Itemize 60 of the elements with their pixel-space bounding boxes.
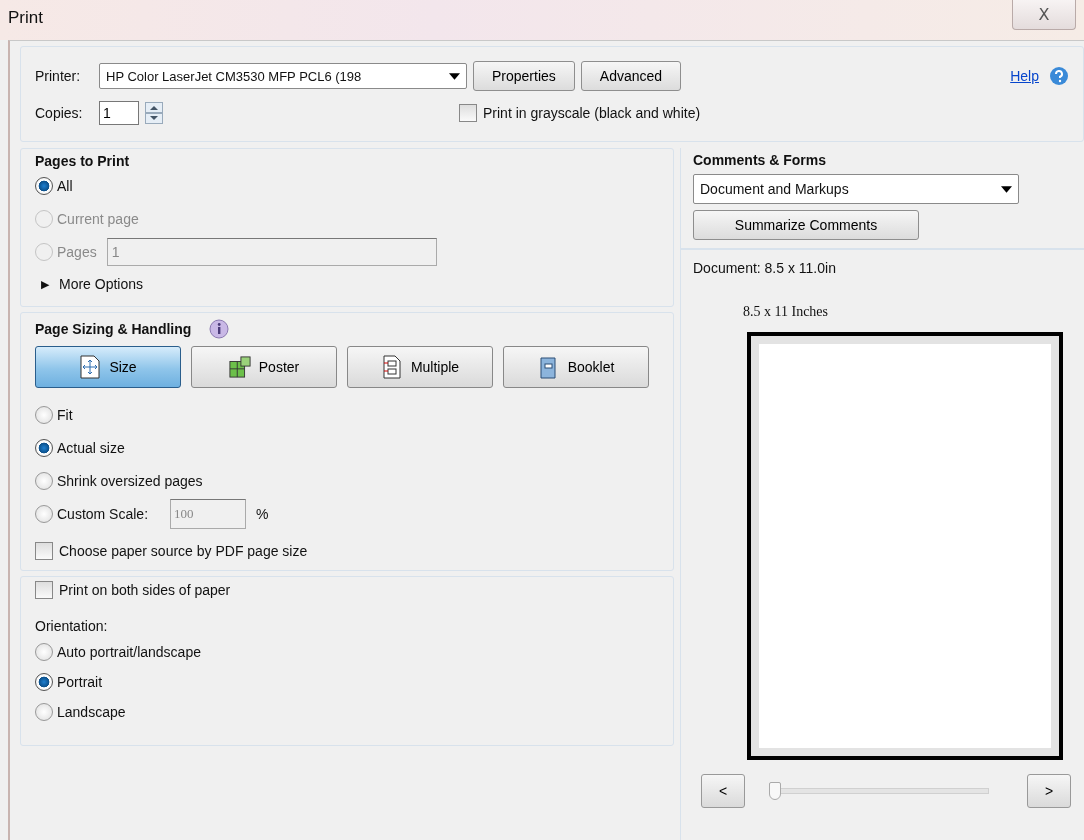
section-title: Comments & Forms xyxy=(693,152,828,168)
document-size: Document: 8.5 x 11.0in xyxy=(693,260,837,278)
next-button[interactable]: > xyxy=(1027,774,1071,808)
comments-dropdown[interactable]: Document and Markups xyxy=(693,174,1019,204)
radio-label: Portrait xyxy=(57,674,103,690)
radio-label: Landscape xyxy=(57,704,126,720)
caret-icon xyxy=(1001,185,1012,193)
info-icon[interactable] xyxy=(209,319,230,339)
slider-thumb[interactable] xyxy=(769,782,781,800)
radio-button[interactable] xyxy=(35,471,53,490)
copies-label: Copies: xyxy=(35,105,84,121)
orientation-label: Orientation: xyxy=(35,617,109,636)
radio-label: Custom Scale: xyxy=(57,505,149,522)
grayscale-label: Print in grayscale (black and white) xyxy=(483,105,701,121)
radio-button[interactable] xyxy=(35,176,53,195)
copies-field[interactable]: 1 xyxy=(99,101,139,125)
caret-icon xyxy=(449,72,460,80)
resize-icon xyxy=(79,355,102,379)
mode-button[interactable]: Size xyxy=(35,346,181,388)
section-title: Page Sizing & Handling xyxy=(35,321,192,337)
radio-label: Fit xyxy=(57,406,73,423)
radio-label: Pages xyxy=(57,243,97,260)
grayscale-checkbox[interactable] xyxy=(459,104,477,122)
page-slider[interactable] xyxy=(769,781,989,801)
radio-label: Current page xyxy=(57,210,139,227)
page-size-label: 8.5 x 11 Inches xyxy=(743,304,830,320)
expander-icon[interactable]: ▶ xyxy=(41,277,49,291)
duplex-label: Print on both sides of paper xyxy=(59,582,231,598)
pages-icon xyxy=(380,355,403,379)
paper-source-checkbox[interactable] xyxy=(35,542,53,560)
printer-button[interactable]: Advanced xyxy=(580,61,682,91)
summarize-button[interactable]: Summarize Comments xyxy=(693,210,919,240)
duplex-checkbox[interactable] xyxy=(35,581,53,599)
radio-button[interactable] xyxy=(35,643,53,661)
radio-button[interactable] xyxy=(35,673,53,691)
close-button[interactable]: X xyxy=(1012,0,1076,30)
radio-label: Auto portrait/landscape xyxy=(57,644,201,660)
unit-label: % xyxy=(256,505,269,522)
poster-icon xyxy=(228,355,251,379)
printer-button[interactable]: Properties xyxy=(473,61,575,91)
printer-dropdown[interactable]: HP Color LaserJet CM3530 MFP PCL6 (198 xyxy=(99,63,467,89)
radio-label: Actual size xyxy=(57,439,125,456)
paper-source-label: Choose paper source by PDF page size xyxy=(59,543,308,559)
previous-button[interactable]: < xyxy=(701,774,745,808)
radio-button[interactable] xyxy=(35,703,53,721)
mode-button[interactable]: Booklet xyxy=(503,346,649,388)
spinner-icon[interactable] xyxy=(145,102,163,124)
more-options-link[interactable]: More Options xyxy=(59,276,144,292)
radio-button[interactable] xyxy=(35,405,53,424)
help-link[interactable]: Help xyxy=(1010,68,1039,84)
radio-label: Shrink oversized pages xyxy=(57,472,203,489)
mode-button[interactable]: Multiple xyxy=(347,346,493,388)
section-title: Pages to Print xyxy=(35,153,131,169)
radio-label: All xyxy=(57,177,73,194)
mode-button[interactable]: Poster xyxy=(191,346,337,388)
radio-button[interactable] xyxy=(35,504,53,523)
help-icon[interactable] xyxy=(1049,66,1069,86)
window-title: Print xyxy=(8,8,43,28)
radio-button[interactable] xyxy=(35,438,53,457)
printer-label: Printer: xyxy=(35,68,82,84)
